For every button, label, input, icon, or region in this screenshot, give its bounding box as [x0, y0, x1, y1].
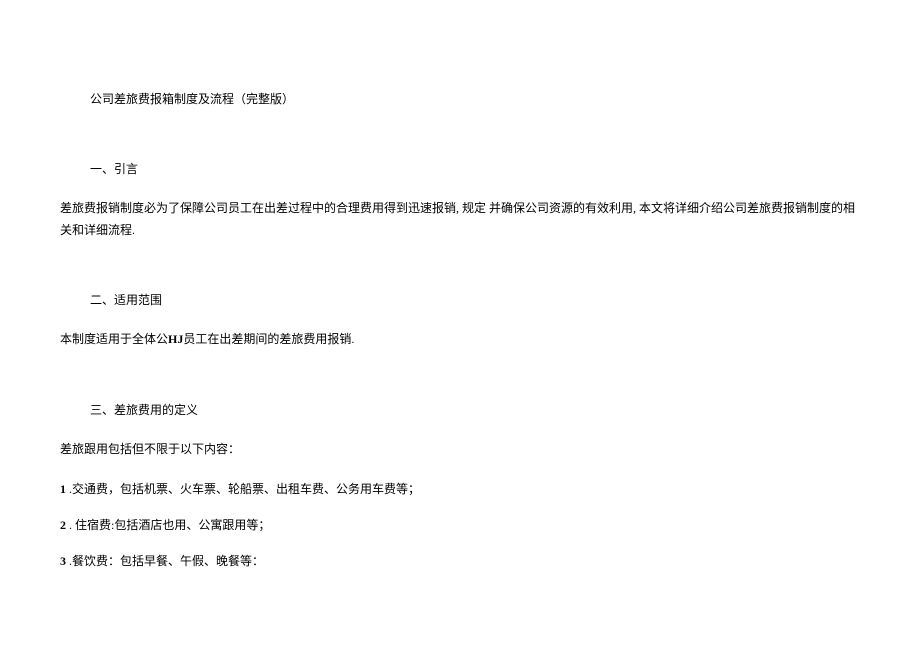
- list-item: 2 . 住宿费:包括酒店也用、公寓跟用等；: [60, 516, 860, 534]
- section-heading-intro: 一、引言: [90, 160, 860, 178]
- document-page: 公司差旅费报箱制度及流程（完整版） 一、引言 差旅费报销制度必为了保障公司员工在…: [0, 0, 920, 618]
- list-text: . 住宿费:包括酒店也用、公寓跟用等；: [66, 518, 270, 532]
- scope-text-bold: HJ: [168, 332, 183, 346]
- list-text: .交通费，包括机票、火车票、轮船票、出租车费、公务用车费等；: [66, 482, 420, 496]
- document-title: 公司差旅费报箱制度及流程（完整版）: [90, 90, 860, 108]
- paragraph-definition: 差旅跟用包括但不限于以下内容：: [60, 439, 860, 461]
- scope-text-prefix: 本制度适用于全体公: [60, 332, 168, 346]
- list-item: 3 .餐饮费：包括早餐、午假、晚餐等：: [60, 552, 860, 570]
- paragraph-intro: 差旅费报销制度必为了保障公司员工在出差过程中的合理费用得到迅速报销, 规定 并确…: [60, 198, 860, 241]
- list-text: .餐饮费：包括早餐、午假、晚餐等：: [66, 554, 264, 568]
- spacer: [60, 261, 860, 291]
- section-heading-definition: 三、差旅费用的定义: [90, 401, 860, 419]
- paragraph-scope: 本制度适用于全体公HJ员工在出差期间的差旅费用报销.: [60, 329, 860, 351]
- section-heading-scope: 二、适用范围: [90, 291, 860, 309]
- list-item: 1 .交通费，包括机票、火车票、轮船票、出租车费、公务用车费等；: [60, 480, 860, 498]
- scope-text-suffix: 员工在出差期间的差旅费用报销.: [183, 332, 354, 346]
- spacer: [60, 371, 860, 401]
